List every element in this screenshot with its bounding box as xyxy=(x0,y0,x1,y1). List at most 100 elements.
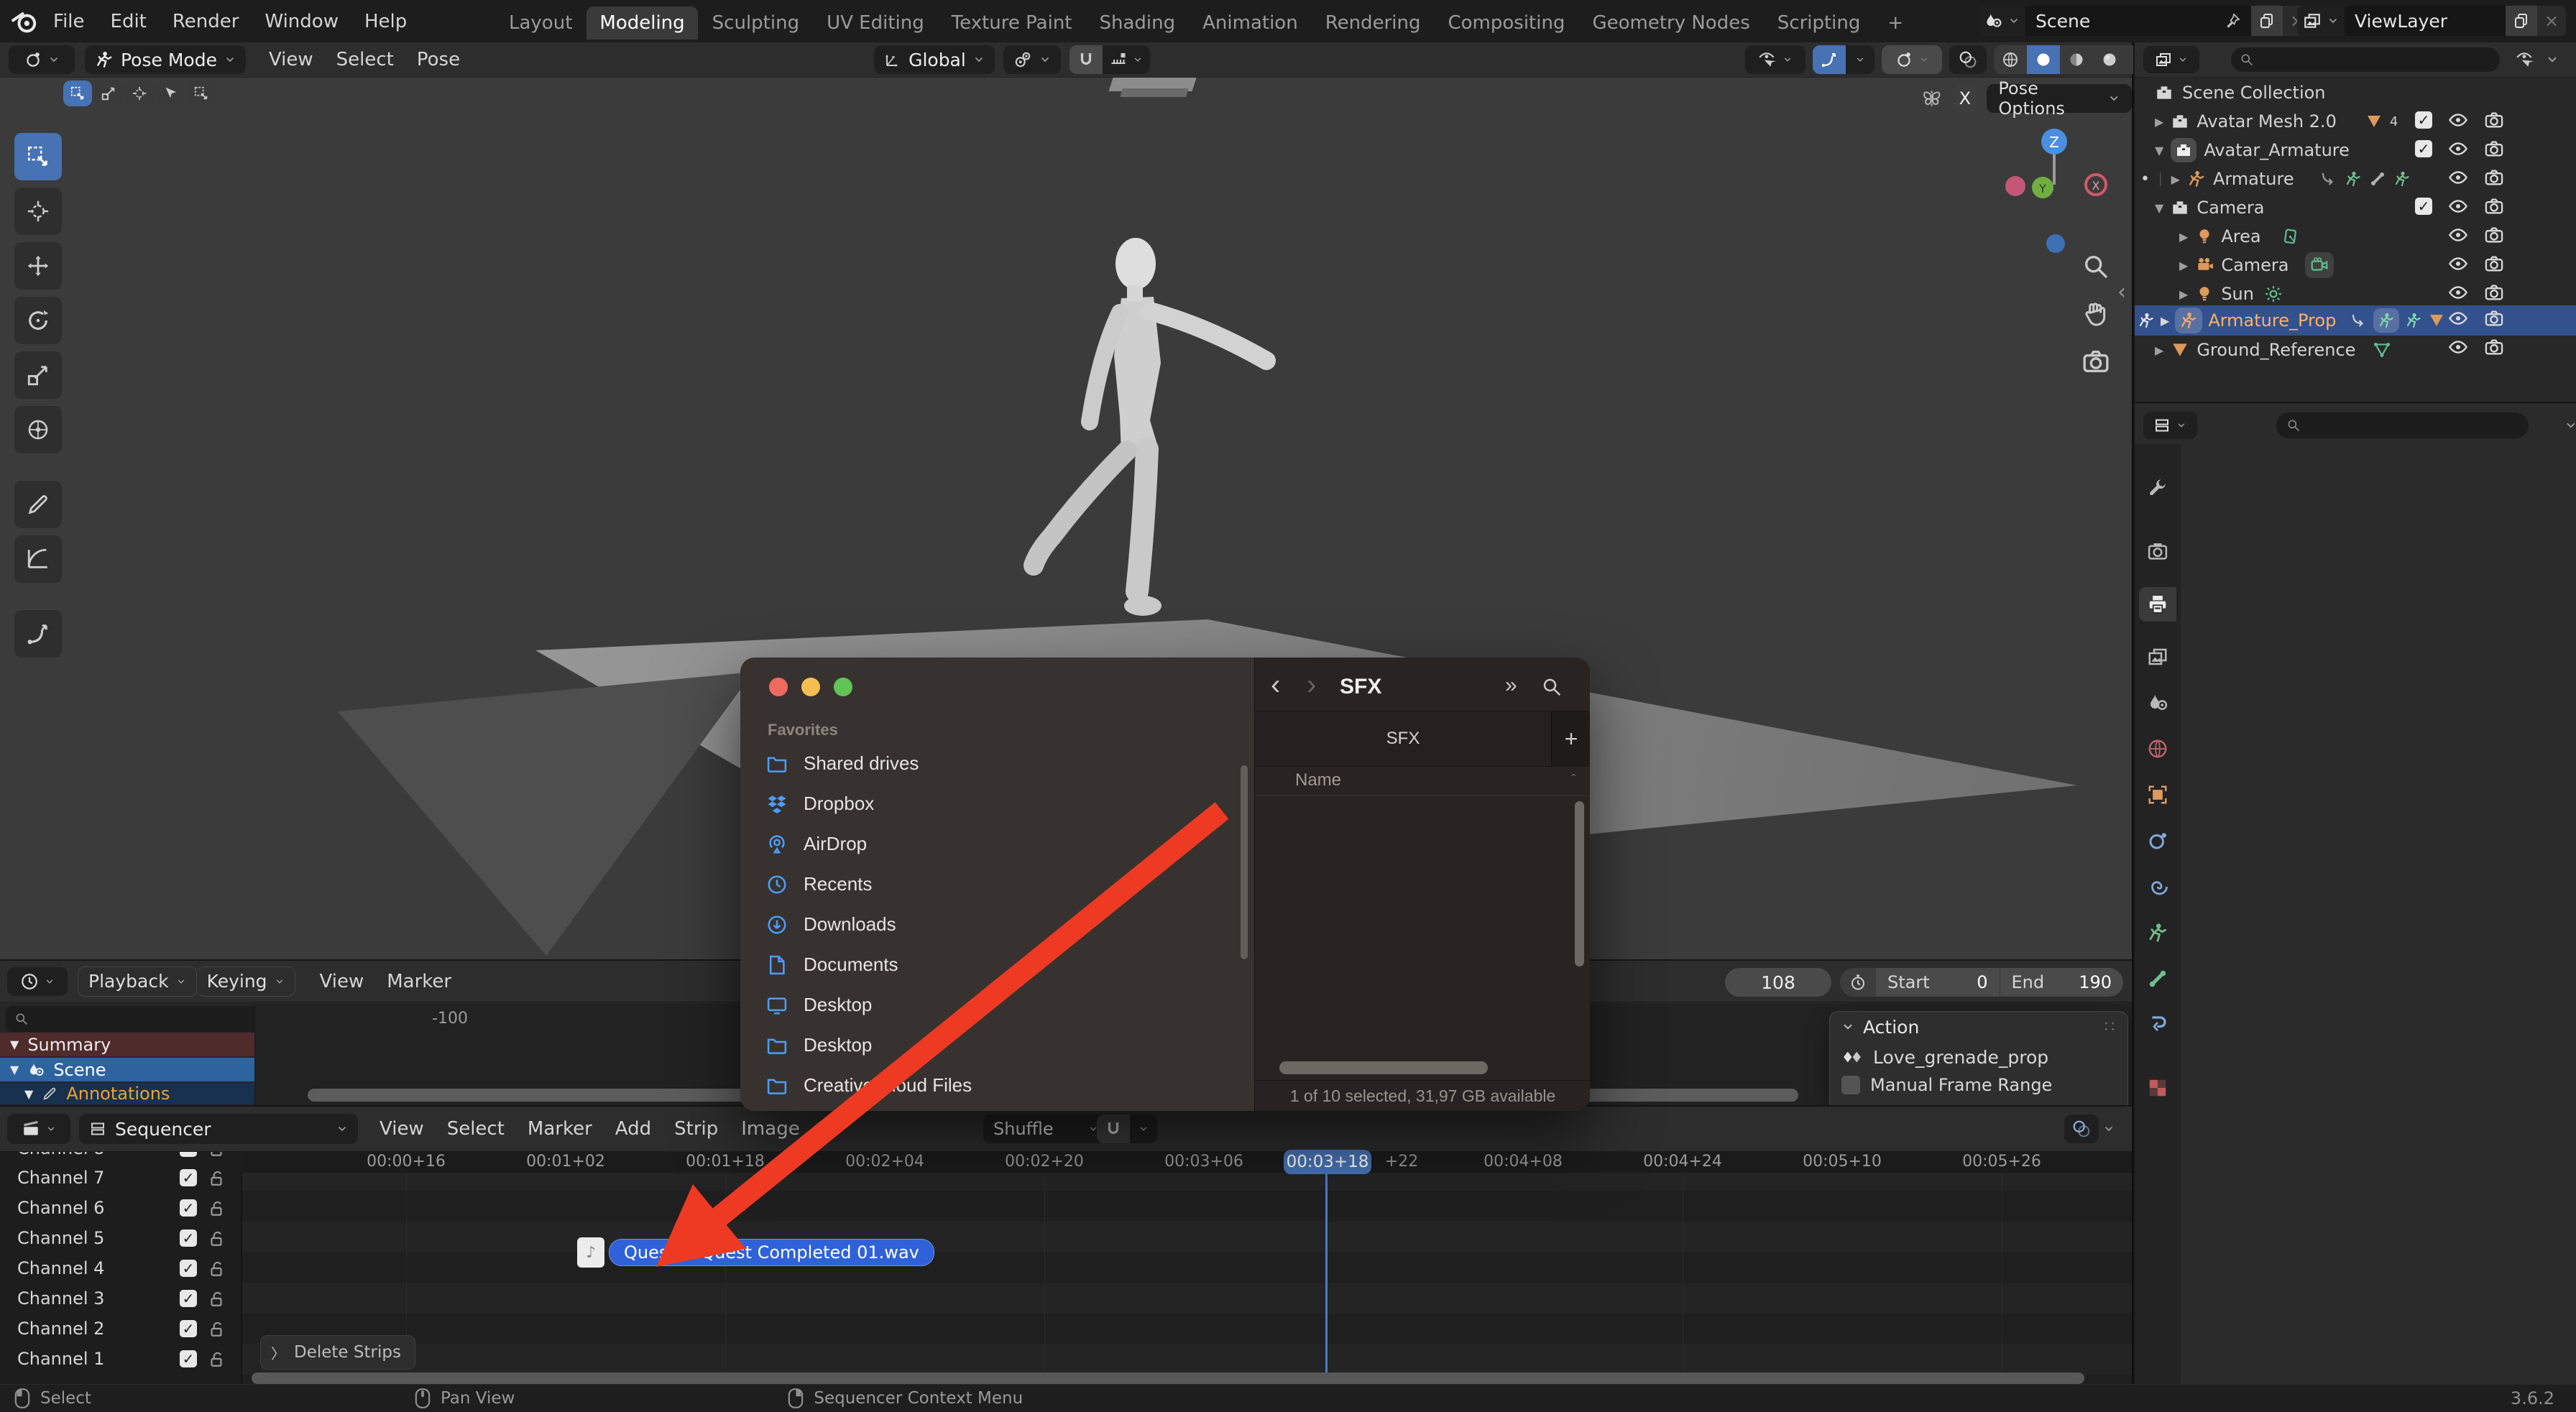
channel-lock-icon[interactable] xyxy=(207,1259,226,1278)
playback-dropdown[interactable]: Playback xyxy=(78,966,197,997)
more-toolbar-icon[interactable]: » xyxy=(1505,673,1517,698)
sidebar-item-downloads[interactable]: Downloads xyxy=(766,913,896,936)
outliner-search-input[interactable] xyxy=(2231,47,2500,72)
sidebar-item-recents[interactable]: Recents xyxy=(766,873,872,895)
orientation-dropdown[interactable]: Global xyxy=(874,45,995,74)
workspace-tab-uv-editing[interactable]: UV Editing xyxy=(814,6,937,40)
workspace-tab-animation[interactable]: Animation xyxy=(1190,6,1311,40)
tool-extra-button[interactable] xyxy=(14,610,62,657)
workspace-tab-shading[interactable]: Shading xyxy=(1087,6,1189,40)
channel-lock-icon[interactable] xyxy=(207,1229,226,1247)
tab-texture-icon[interactable] xyxy=(2147,1077,2168,1099)
collection-checkbox[interactable]: ✓ xyxy=(2415,140,2432,157)
channel-lock-icon[interactable] xyxy=(207,1289,226,1308)
shading-rendered-button[interactable] xyxy=(2093,45,2126,74)
tool-cursor-button[interactable] xyxy=(14,188,62,235)
render-camera-icon[interactable] xyxy=(2484,225,2504,245)
render-camera-icon[interactable] xyxy=(2484,196,2504,216)
hide-eye-icon[interactable] xyxy=(2448,225,2468,245)
sidebar-item-desktop[interactable]: Desktop xyxy=(766,994,872,1016)
outliner-row-sun[interactable]: ▶ Sun xyxy=(2179,280,2283,308)
tab-physics-icon[interactable] xyxy=(2147,830,2168,852)
back-icon[interactable]: ‹ xyxy=(1271,669,1280,701)
tool-select-box-button[interactable] xyxy=(14,133,62,180)
menu-help[interactable]: Help xyxy=(353,11,418,32)
pose-options-dropdown[interactable]: Pose Options xyxy=(1987,78,2132,119)
tab-output-active[interactable] xyxy=(2139,587,2176,622)
gizmo-dropdown[interactable] xyxy=(1882,45,1942,74)
properties-editor-button[interactable] xyxy=(2143,412,2197,439)
hide-eye-icon[interactable] xyxy=(2448,337,2468,357)
range-end-field[interactable]: End 190 xyxy=(2000,968,2124,997)
properties-options-chevron-icon[interactable] xyxy=(2564,419,2576,432)
mirror-x-button[interactable]: X xyxy=(1951,85,1979,112)
sequencer-view-type-dropdown[interactable]: Sequencer xyxy=(79,1114,358,1144)
channel-mute-checkbox[interactable]: ✓ xyxy=(180,1320,197,1337)
finder-window[interactable]: Favorites Shared drives Dropbox AirDrop … xyxy=(740,657,1590,1111)
camera-view-icon[interactable] xyxy=(2082,347,2110,376)
workspace-tab-modeling[interactable]: Modeling xyxy=(586,6,698,40)
dopesheet-row-summary[interactable]: ▼ Summary xyxy=(0,1033,264,1056)
channel-lock-icon[interactable] xyxy=(207,1168,226,1187)
pin-icon[interactable] xyxy=(2224,12,2241,29)
hide-eye-icon[interactable] xyxy=(2448,167,2468,188)
menu-select-3d[interactable]: Select xyxy=(325,49,405,70)
sidebar-item-desktop-folder[interactable]: Desktop xyxy=(766,1034,872,1056)
file-list-hscrollbar[interactable] xyxy=(1279,1061,1488,1074)
select-mode-extra-button[interactable] xyxy=(187,80,216,106)
menu-add-seq[interactable]: Add xyxy=(604,1118,663,1140)
hide-eye-icon[interactable] xyxy=(2448,196,2468,216)
column-header-name[interactable]: Name xyxy=(1295,770,1341,790)
dragged-strip[interactable]: ♪ Quests - Quest Completed 01.wav xyxy=(577,1237,934,1268)
editor-type-button[interactable] xyxy=(9,45,75,74)
workspace-tab-rendering[interactable]: Rendering xyxy=(1312,6,1434,40)
sort-indicator-icon[interactable]: ˆ xyxy=(1571,772,1576,789)
outliner-editor-button[interactable] xyxy=(2143,46,2199,73)
sidebar-item-dropbox[interactable]: Dropbox xyxy=(766,793,874,815)
outliner-row-avatar-mesh[interactable]: ▶ Avatar Mesh 2.0 4 xyxy=(2155,107,2398,136)
tool-rotate-button[interactable] xyxy=(14,297,62,344)
zoom-button[interactable] xyxy=(834,678,852,696)
new-tab-button[interactable]: + xyxy=(1551,711,1590,766)
viewlayer-selector[interactable]: ViewLayer × xyxy=(2297,6,2566,36)
sidebar-item-shared-drives[interactable]: Shared drives xyxy=(766,752,919,775)
channel-mute-checkbox[interactable]: ✓ xyxy=(180,1229,197,1247)
select-mode-buttons[interactable] xyxy=(63,80,216,106)
outliner-row-armature[interactable]: • │ ▶ Armature xyxy=(2140,165,2411,193)
select-mode-lasso-button[interactable] xyxy=(156,80,185,106)
menu-edit[interactable]: Edit xyxy=(99,11,158,32)
scene-copy-button[interactable] xyxy=(2251,6,2283,36)
dopesheet-row-annotations[interactable]: ▼ Annotations xyxy=(0,1083,279,1104)
menu-image-seq[interactable]: Image xyxy=(730,1118,811,1140)
menu-strip-seq[interactable]: Strip xyxy=(663,1118,730,1140)
filter-icon[interactable] xyxy=(2516,50,2534,69)
hide-eye-icon[interactable] xyxy=(2448,139,2468,159)
sidebar-item-airdrop[interactable]: AirDrop xyxy=(766,833,867,855)
outliner-row-area[interactable]: ▶ Area xyxy=(2179,222,2300,251)
render-camera-icon[interactable] xyxy=(2484,110,2504,130)
sidebar-item-creative-cloud[interactable]: Creative Cloud Files xyxy=(766,1074,972,1097)
tab-world-icon[interactable] xyxy=(2147,738,2168,760)
tab-viewlayer-icon[interactable] xyxy=(2147,646,2168,668)
collection-checkbox[interactable]: ✓ xyxy=(2415,198,2432,215)
viewlayer-remove-button[interactable]: × xyxy=(2537,6,2566,36)
tab-render-icon[interactable] xyxy=(2147,541,2168,563)
finder-tab-sfx[interactable]: SFX xyxy=(1255,711,1551,766)
properties-search-input[interactable] xyxy=(2276,412,2529,438)
visibility-dropdown[interactable] xyxy=(1745,45,1806,74)
overlays-button[interactable] xyxy=(1949,45,1987,74)
workspace-tab-layout[interactable]: Layout xyxy=(496,6,585,40)
tab-object-icon[interactable] xyxy=(2147,784,2168,806)
menu-view-seq[interactable]: View xyxy=(368,1118,436,1140)
tab-tool-icon[interactable] xyxy=(2147,478,2168,499)
pivot-dropdown[interactable] xyxy=(1003,45,1061,74)
character-model[interactable] xyxy=(1006,212,1315,643)
proxy-dropdown[interactable]: Shuffle xyxy=(983,1115,1108,1143)
timeline-editor-button[interactable] xyxy=(7,966,68,996)
panel-grip[interactable]: ∷ xyxy=(2104,1018,2116,1036)
seq-overlay-button[interactable] xyxy=(2064,1115,2099,1143)
hide-eye-icon[interactable] xyxy=(2448,282,2468,303)
outliner-row-avatar-armature[interactable]: ▼ Avatar_Armature xyxy=(2155,136,2350,165)
manual-frame-range-checkbox[interactable] xyxy=(1841,1076,1860,1094)
dopesheet-row-scene[interactable]: ▼ Scene xyxy=(0,1058,264,1081)
